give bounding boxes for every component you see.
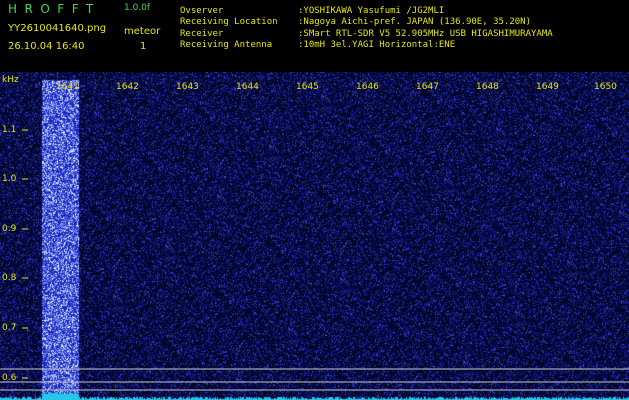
info-value-observer: :YOSHIKAWA Yasufumi /JG2MLI — [298, 6, 445, 16]
x-tick-label: 1649 — [536, 82, 559, 92]
x-tick-label: 1644 — [236, 82, 259, 92]
x-tick-label: 1642 — [116, 82, 139, 92]
y-tick-label: 1.0 — [2, 174, 17, 184]
info-key-antenna: Receiving Antenna — [180, 40, 273, 50]
x-tick-label: 1647 — [416, 82, 439, 92]
hrofft-window: HROFFT 1.0.0f YY2610041640.png meteor 26… — [0, 0, 629, 400]
header-panel: HROFFT 1.0.0f YY2610041640.png meteor 26… — [0, 0, 629, 72]
y-tick-label: 0.9 — [2, 224, 17, 234]
meteor-label: meteor — [124, 26, 161, 37]
info-key-location: Receiving Location — [180, 17, 278, 27]
x-tick-label: 1648 — [476, 82, 499, 92]
x-tick-label: 1645 — [296, 82, 319, 92]
image-filename: YY2610041640.png — [8, 23, 107, 34]
y-tick-label: 0.7 — [2, 323, 17, 333]
x-tick-label: 1650 — [594, 82, 617, 92]
x-tick-label: 1646 — [356, 82, 379, 92]
info-key-observer: Ovserver — [180, 6, 224, 16]
app-version: 1.0.0f — [124, 3, 151, 13]
spectrogram-panel: kHz 1.1 1.0 0.9 0.8 0.7 0.6 1641 1642 16… — [0, 72, 629, 400]
info-value-location: :Nagoya Aichi-pref. JAPAN (136.90E, 35.2… — [298, 17, 531, 27]
y-tick-label: 0.6 — [2, 373, 17, 383]
meteor-count: 1 — [140, 41, 147, 52]
y-axis-unit: kHz — [2, 75, 19, 85]
app-name: HROFFT — [8, 2, 101, 16]
spectrogram-overlay — [0, 129, 629, 391]
capture-datetime: 26.10.04 16:40 — [8, 41, 85, 52]
x-tick-label: 1643 — [176, 82, 199, 92]
x-tick-label: 1641 — [56, 82, 79, 92]
info-value-antenna: :10mH 3el.YAGI Horizontal:ENE — [298, 40, 456, 50]
y-tick-label: 0.8 — [2, 273, 17, 283]
y-tick-label: 1.1 — [2, 125, 17, 135]
info-key-receiver: Receiver — [180, 29, 224, 39]
info-value-receiver: :SMart RTL-SDR V5 52.905MHz USB HIGASHIM… — [298, 29, 553, 39]
